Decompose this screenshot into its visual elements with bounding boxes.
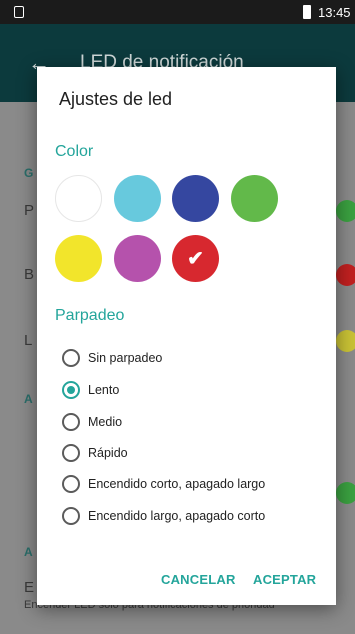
background-item: P [24,202,35,219]
sim-icon [14,6,24,18]
radio-button-icon [62,413,80,431]
color-swatch-yellow[interactable] [55,235,102,282]
blink-option[interactable]: Encendido largo, apagado corto [62,505,265,527]
color-section-title: Color [55,143,94,160]
blink-option-label: Medio [88,415,123,429]
blink-option-label: Encendido largo, apagado corto [88,509,266,523]
background-subheader: G [24,166,34,180]
radio-button-icon [62,444,80,462]
accept-button[interactable]: ACEPTAR [253,572,316,587]
blink-option-label: Sin parpadeo [88,351,163,365]
blink-option[interactable]: Rápido [62,442,128,464]
blink-option[interactable]: Sin parpadeo [62,347,162,369]
blink-option-label: Encendido corto, apagado largo [88,477,266,491]
radio-button-selected-icon [62,381,80,399]
blink-option[interactable]: Lento [62,379,119,401]
color-swatch-white[interactable] [55,175,102,222]
dialog-title: Ajustes de led [59,89,173,109]
blink-option[interactable]: Encendido corto, apagado largo [62,473,265,495]
blink-option[interactable]: Medio [62,411,122,433]
color-swatch-red[interactable]: ✔ [172,235,219,282]
status-bar: 13:45 [0,0,355,24]
background-subheader: A [24,545,33,559]
background-item: L [24,332,33,349]
background-subheader: A [24,392,33,406]
background-toggle [336,200,355,222]
color-swatch-purple[interactable] [114,235,161,282]
blink-section-title: Parpadeo [55,307,125,324]
check-icon: ✔ [187,248,204,270]
background-footer-line: E [24,579,35,596]
radio-button-icon [62,349,80,367]
led-settings-dialog: Ajustes de led Color ✔ Parpadeo Sin parp… [37,67,336,605]
background-toggle [336,330,355,352]
status-time: 13:45 [318,5,351,20]
radio-button-icon [62,507,80,525]
battery-icon [303,5,311,19]
blink-option-label: Lento [88,383,120,397]
background-toggle [336,482,355,504]
color-swatch-cyan[interactable] [114,175,161,222]
blink-option-label: Rápido [88,446,128,460]
color-swatch-indigo[interactable] [172,175,219,222]
radio-button-icon [62,475,80,493]
cancel-button[interactable]: CANCELAR [161,572,236,587]
background-item: B [24,266,35,283]
background-toggle [336,264,355,286]
color-swatch-green[interactable] [231,175,278,222]
